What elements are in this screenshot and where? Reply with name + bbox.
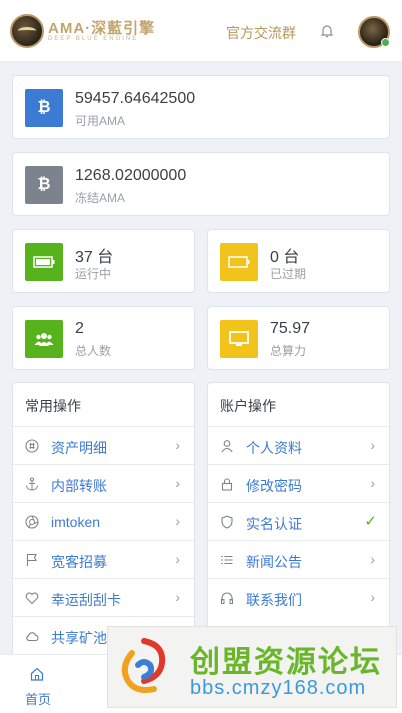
expired-machines-card: 0 台 已过期 <box>207 229 390 293</box>
bitcoin-icon: ₿ <box>25 166 63 204</box>
shield-icon <box>220 515 234 529</box>
menu-item-real-name-verification[interactable]: 实名认证 ✓ <box>208 502 389 540</box>
battery-empty-icon <box>220 243 258 281</box>
frozen-balance-value: 1268.02000000 <box>75 167 187 184</box>
menu-item-news[interactable]: 新闻公告 › <box>208 540 389 578</box>
total-people-value: 2 <box>75 320 84 337</box>
lock-icon <box>220 477 234 491</box>
cloud-icon <box>25 629 39 643</box>
flag-icon <box>25 553 39 567</box>
chevron-right-icon: › <box>370 475 375 491</box>
users-icon <box>25 320 63 358</box>
official-group-link[interactable]: 官方交流群 <box>226 23 296 43</box>
home-icon[interactable] <box>30 667 44 681</box>
aperture-icon <box>25 515 39 529</box>
total-hashpower-value: 75.97 <box>270 320 311 337</box>
common-operations-title: 常用操作 <box>25 398 81 414</box>
menu-item-change-password[interactable]: 修改密码 › <box>208 464 389 502</box>
menu-item-label: 联系我们 <box>246 592 302 608</box>
battery-full-icon <box>25 243 63 281</box>
list-icon <box>220 553 234 567</box>
chevron-right-icon: › <box>370 551 375 567</box>
available-balance-value: 59457.64642500 <box>75 90 196 107</box>
menu-item-label: 宽客招募 <box>51 554 107 570</box>
forum-watermark: 创盟资源论坛 bbs.cmzy168.com <box>107 626 397 708</box>
watermark-title: 创盟资源论坛 <box>190 646 382 679</box>
chevron-right-icon: › <box>175 551 180 567</box>
running-machines-value: 37 台 <box>75 249 114 266</box>
heart-icon <box>25 591 39 605</box>
menu-item-label: 资产明细 <box>51 440 107 456</box>
account-operations-panel: 账户操作 个人资料 › 修改密码 › 实名认证 ✓ 新闻公告 › 联系我们 › <box>207 382 390 654</box>
bell-icon[interactable] <box>320 24 334 38</box>
menu-item-label: 新闻公告 <box>246 554 302 570</box>
expired-machines-label: 已过期 <box>270 267 307 281</box>
menu-item-contact-us[interactable]: 联系我们 › <box>208 578 389 616</box>
chevron-right-icon: › <box>175 513 180 529</box>
frozen-balance-label: 冻结AMA <box>75 191 126 205</box>
chevron-right-icon: › <box>175 589 180 605</box>
menu-item-label: imtoken <box>51 514 101 530</box>
expired-machines-value: 0 台 <box>270 249 300 266</box>
logo-text: AMA·深藍引擎 <box>48 20 156 37</box>
menu-item-label: 幸运刮刮卡 <box>51 592 121 608</box>
forum-logo-icon <box>121 638 166 693</box>
total-people-card: 2 总人数 <box>12 306 195 370</box>
running-machines-label: 运行中 <box>75 267 112 281</box>
user-icon <box>220 439 234 453</box>
menu-item-asset-details[interactable]: 资产明细 › <box>13 426 194 464</box>
logo-icon <box>10 14 44 48</box>
menu-item-label: 修改密码 <box>246 478 302 494</box>
available-balance-label: 可用AMA <box>75 114 126 128</box>
chevron-right-icon: › <box>175 437 180 453</box>
account-operations-title: 账户操作 <box>220 398 276 414</box>
running-machines-card: 37 台 运行中 <box>12 229 195 293</box>
menu-item-imtoken[interactable]: imtoken › <box>13 502 194 540</box>
online-status-dot <box>381 38 390 47</box>
available-balance-card: ₿ 59457.64642500 可用AMA <box>12 75 390 139</box>
headphones-icon <box>220 591 234 605</box>
watermark-url: bbs.cmzy168.com <box>190 677 367 699</box>
menu-item-recruitment[interactable]: 宽客招募 › <box>13 540 194 578</box>
menu-item-internal-transfer[interactable]: 内部转账 › <box>13 464 194 502</box>
frozen-balance-card: ₿ 1268.02000000 冻结AMA <box>12 152 390 216</box>
anchor-icon <box>25 477 39 491</box>
menu-item-profile[interactable]: 个人资料 › <box>208 426 389 464</box>
logo-subtitle: DEEP BLUE ENGINE <box>48 36 139 42</box>
monitor-icon <box>220 320 258 358</box>
total-people-label: 总人数 <box>75 344 112 358</box>
nav-home-label[interactable]: 首页 <box>25 689 51 708</box>
asset-icon <box>25 439 39 453</box>
total-hashpower-label: 总算力 <box>270 344 307 358</box>
bitcoin-icon: ₿ <box>25 89 63 127</box>
menu-item-label: 共享矿池 <box>51 630 107 646</box>
menu-item-label: 个人资料 <box>246 440 302 456</box>
menu-item-label: 实名认证 <box>246 516 302 532</box>
app-header: AMA·深藍引擎 DEEP BLUE ENGINE 官方交流群 <box>0 0 402 62</box>
common-operations-panel: 常用操作 资产明细 › 内部转账 › imtoken › 宽客招募 › 幸运刮刮… <box>12 382 195 654</box>
chevron-right-icon: › <box>175 475 180 491</box>
chevron-right-icon: › <box>370 437 375 453</box>
total-hashpower-card: 75.97 总算力 <box>207 306 390 370</box>
menu-item-lucky-scratch[interactable]: 幸运刮刮卡 › <box>13 578 194 616</box>
menu-item-label: 内部转账 <box>51 478 107 494</box>
check-icon: ✓ <box>364 513 377 530</box>
chevron-right-icon: › <box>370 589 375 605</box>
